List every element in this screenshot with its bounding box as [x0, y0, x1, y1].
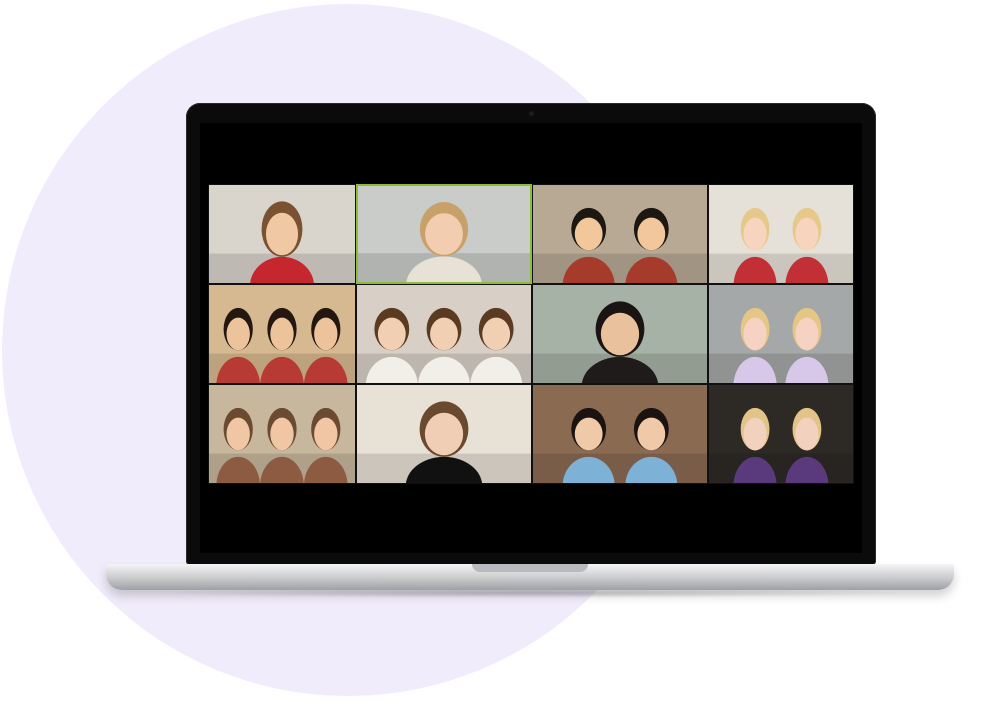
participant-tile-3[interactable]	[532, 184, 708, 284]
laptop-base	[106, 564, 954, 590]
two-toddlers-icon	[709, 185, 853, 283]
family-group-icon	[209, 385, 355, 483]
boy-red-hoodie-icon	[209, 185, 355, 283]
participant-tile-8[interactable]	[708, 284, 854, 384]
three-kids-icon	[209, 285, 355, 383]
two-kids-icon	[533, 185, 707, 283]
two-sisters-icon	[533, 385, 707, 483]
participant-tile-1[interactable]	[208, 184, 356, 284]
participant-tile-4[interactable]	[708, 184, 854, 284]
laptop-notch	[472, 564, 588, 572]
girl-glasses-icon	[533, 285, 707, 383]
participant-tile-2[interactable]	[356, 184, 532, 284]
girl-blue-glasses-icon	[357, 385, 531, 483]
teacher-glasses-icon	[358, 186, 530, 282]
laptop-screen	[200, 123, 862, 553]
participant-tile-12[interactable]	[708, 384, 854, 484]
three-kids-sofa-icon	[357, 285, 531, 383]
participant-tile-7[interactable]	[532, 284, 708, 384]
participant-tile-6[interactable]	[356, 284, 532, 384]
two-girls-icon	[709, 285, 853, 383]
participant-tile-5[interactable]	[208, 284, 356, 384]
participant-tile-10[interactable]	[356, 384, 532, 484]
participant-tile-9[interactable]	[208, 384, 356, 484]
laptop-lid	[186, 103, 876, 565]
two-girls-kitchen-icon	[709, 385, 853, 483]
webcam-icon	[529, 111, 534, 116]
video-gallery-grid	[208, 184, 854, 484]
participant-tile-11[interactable]	[532, 384, 708, 484]
